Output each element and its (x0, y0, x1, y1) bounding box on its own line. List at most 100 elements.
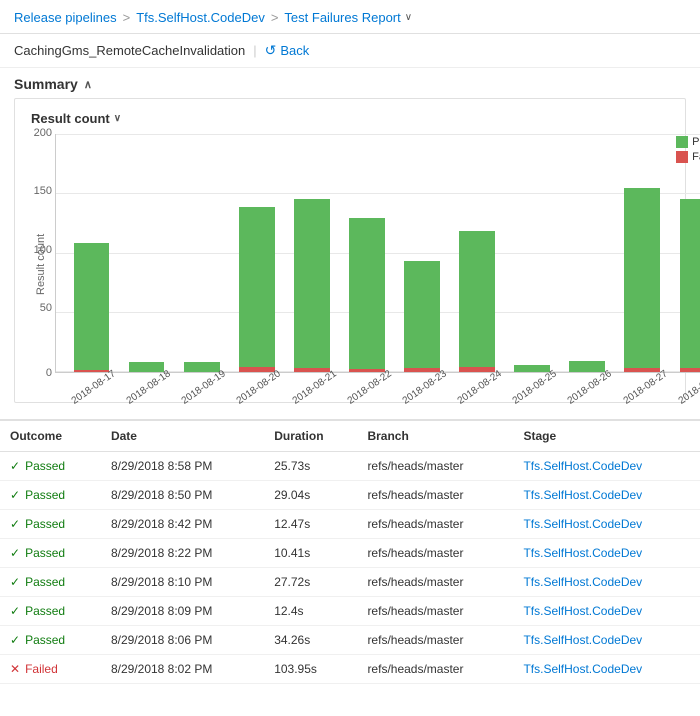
table-row: ✓Passed8/29/2018 8:09 PM12.4srefs/heads/… (0, 597, 700, 626)
cell-date: 8/29/2018 8:58 PM (101, 452, 264, 481)
bar-stack-2018-08-17 (74, 243, 110, 372)
back-button[interactable]: ↺ Back (265, 42, 310, 59)
table-row: ✓Passed8/29/2018 8:10 PM27.72srefs/heads… (0, 568, 700, 597)
breadcrumb-bar: Release pipelines > Tfs.SelfHost.CodeDev… (0, 0, 700, 34)
summary-title[interactable]: Summary ∧ (14, 76, 686, 92)
bar-stack-2018-08-21 (294, 199, 330, 372)
chart-dropdown-icon[interactable]: ∨ (114, 113, 121, 124)
cell-stage[interactable]: Tfs.SelfHost.CodeDev (513, 626, 700, 655)
legend-passed-label: Passed (692, 136, 700, 148)
x-label-2018-08-21: 2018-08-21 (290, 368, 338, 406)
bar-stack-2018-08-20 (239, 207, 275, 372)
table-header: Outcome Date Duration Branch Stage (0, 421, 700, 452)
cell-outcome: ✓Passed (0, 510, 101, 539)
cell-branch: refs/heads/master (357, 568, 513, 597)
bar-stack-2018-08-23 (404, 261, 440, 372)
col-branch: Branch (357, 421, 513, 452)
bar-failed-2018-08-21 (294, 368, 330, 372)
table-row: ✓Passed8/29/2018 8:22 PM10.41srefs/heads… (0, 539, 700, 568)
results-table: Outcome Date Duration Branch Stage ✓Pass… (0, 421, 700, 684)
outcome-check-icon: ✓ (10, 575, 20, 589)
table-body: ✓Passed8/29/2018 8:58 PM25.73srefs/heads… (0, 452, 700, 684)
bar-failed-2018-08-24 (459, 367, 495, 373)
bar-group-2018-08-25 (507, 134, 558, 372)
outcome-label: Passed (25, 633, 65, 647)
chart-legend: Passed Failed (676, 136, 700, 163)
summary-chevron-icon: ∧ (84, 78, 92, 91)
cell-outcome: ✓Passed (0, 452, 101, 481)
cell-duration: 12.47s (264, 510, 357, 539)
bar-failed-2018-08-23 (404, 368, 440, 372)
cell-stage[interactable]: Tfs.SelfHost.CodeDev (513, 568, 700, 597)
cell-duration: 25.73s (264, 452, 357, 481)
col-stage: Stage (513, 421, 700, 452)
bars-row (56, 134, 700, 372)
outcome-x-icon: ✕ (10, 662, 20, 676)
breadcrumb-dropdown-icon[interactable]: ∨ (405, 12, 412, 23)
bar-stack-2018-08-22 (349, 218, 385, 372)
chart-area: Result count 200 150 100 50 0 (31, 134, 669, 394)
x-labels: 2018-08-172018-08-182018-08-192018-08-20… (55, 377, 700, 394)
cell-date: 8/29/2018 8:09 PM (101, 597, 264, 626)
bar-group-2018-08-26 (562, 134, 613, 372)
bar-failed-2018-08-17 (74, 370, 110, 372)
cell-branch: refs/heads/master (357, 510, 513, 539)
cell-stage[interactable]: Tfs.SelfHost.CodeDev (513, 452, 700, 481)
cell-outcome: ✓Passed (0, 481, 101, 510)
bar-passed-2018-08-23 (404, 261, 440, 368)
col-outcome: Outcome (0, 421, 101, 452)
cell-branch: refs/heads/master (357, 597, 513, 626)
chart-container: Result count ∨ Result count 200 150 100 … (14, 98, 686, 403)
outcome-check-icon: ✓ (10, 633, 20, 647)
bar-group-2018-08-23 (396, 134, 447, 372)
cell-duration: 29.04s (264, 481, 357, 510)
outcome-check-icon: ✓ (10, 546, 20, 560)
cell-stage[interactable]: Tfs.SelfHost.CodeDev (513, 655, 700, 684)
cell-stage[interactable]: Tfs.SelfHost.CodeDev (513, 481, 700, 510)
breadcrumb-pipeline[interactable]: Tfs.SelfHost.CodeDev (136, 10, 265, 25)
cell-outcome: ✕Failed (0, 655, 101, 684)
cell-stage[interactable]: Tfs.SelfHost.CodeDev (513, 510, 700, 539)
bar-passed-2018-08-20 (239, 207, 275, 367)
chart-title[interactable]: Result count ∨ (31, 111, 669, 126)
bar-stack-2018-08-27 (624, 188, 660, 372)
bar-group-2018-08-28 (672, 134, 700, 372)
cell-date: 8/29/2018 8:02 PM (101, 655, 264, 684)
bar-group-2018-08-24 (452, 134, 503, 372)
cell-duration: 10.41s (264, 539, 357, 568)
x-label-2018-08-22: 2018-08-22 (345, 368, 393, 406)
bar-stack-2018-08-18 (129, 362, 165, 372)
bar-stack-2018-08-25 (514, 365, 550, 372)
subheader: CachingGms_RemoteCacheInvalidation | ↺ B… (0, 34, 700, 68)
cell-date: 8/29/2018 8:06 PM (101, 626, 264, 655)
cell-outcome: ✓Passed (0, 597, 101, 626)
breadcrumb-releases[interactable]: Release pipelines (14, 10, 117, 25)
cell-stage[interactable]: Tfs.SelfHost.CodeDev (513, 597, 700, 626)
back-icon: ↺ (265, 42, 277, 59)
x-label-2018-08-26: 2018-08-26 (566, 368, 614, 406)
outcome-label: Passed (25, 517, 65, 531)
bar-passed-2018-08-22 (349, 218, 385, 369)
sep1: > (123, 10, 131, 25)
bar-group-2018-08-21 (286, 134, 337, 372)
cell-outcome: ✓Passed (0, 568, 101, 597)
cell-stage[interactable]: Tfs.SelfHost.CodeDev (513, 539, 700, 568)
legend-failed: Failed (676, 151, 700, 163)
cell-branch: refs/heads/master (357, 481, 513, 510)
bar-passed-2018-08-27 (624, 188, 660, 367)
back-label: Back (280, 43, 309, 58)
outcome-label: Passed (25, 604, 65, 618)
cell-duration: 27.72s (264, 568, 357, 597)
bar-group-2018-08-17 (66, 134, 117, 372)
breadcrumb-report[interactable]: Test Failures Report (284, 10, 400, 25)
cell-date: 8/29/2018 8:10 PM (101, 568, 264, 597)
bar-group-2018-08-19 (176, 134, 227, 372)
cell-duration: 103.95s (264, 655, 357, 684)
table-row: ✓Passed8/29/2018 8:06 PM34.26srefs/heads… (0, 626, 700, 655)
table-header-row: Outcome Date Duration Branch Stage (0, 421, 700, 452)
x-label-2018-08-28: 2018-08-28 (676, 368, 700, 406)
x-label-2018-08-18: 2018-08-18 (125, 368, 173, 406)
legend-passed-dot (676, 136, 688, 148)
grid-and-bars: 200 150 100 50 0 (55, 134, 700, 373)
col-duration: Duration (264, 421, 357, 452)
